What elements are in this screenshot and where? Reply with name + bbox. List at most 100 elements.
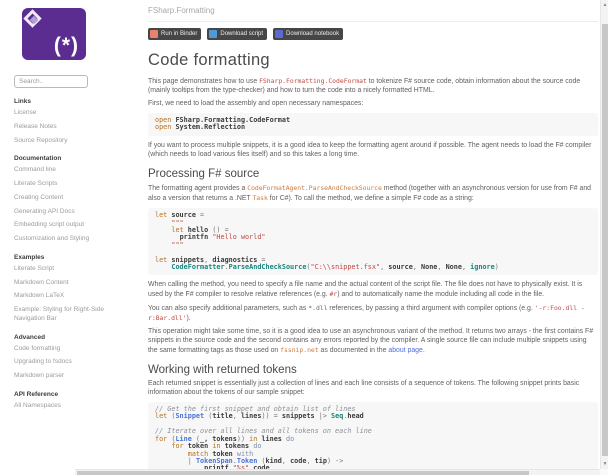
sidebar-link[interactable]: Literate Script: [14, 265, 132, 274]
code-token: System.Reflection: [175, 123, 246, 132]
text-segment: for C#). To call the method, we define a…: [267, 194, 474, 202]
text-segment: This page demonstrates how to use: [148, 78, 260, 85]
code-token: "Hello world": [212, 233, 266, 242]
text-link[interactable]: about page: [388, 347, 423, 354]
text-segment: If you want to process multiple snippets…: [148, 141, 592, 158]
main-content: FSharp.Formatting Run in Binder Download…: [148, 0, 598, 475]
code-block: let source = """ let hello () = printfn …: [148, 208, 598, 276]
code-block: open FSharp.Formatting.CodeFormat open Sy…: [148, 113, 598, 136]
download-notebook-icon: [275, 30, 284, 38]
code-link[interactable]: fssnip.net: [280, 346, 318, 354]
code-token: CodeFormatter: [171, 262, 225, 271]
scroll-down-arrow-icon[interactable]: ▼: [601, 459, 608, 469]
code-token: ): [326, 456, 336, 465]
scrollbar-corner: [600, 469, 608, 475]
paragraph: If you want to process multiple snippets…: [148, 142, 598, 159]
text-segment: as documented in the: [318, 346, 389, 354]
sidebar-link[interactable]: License: [14, 109, 132, 118]
code-token: Snippet: [175, 412, 205, 421]
inline-code: *.dll: [308, 304, 328, 313]
code-token: ): [494, 262, 499, 271]
code-token: ,: [232, 412, 241, 421]
code-token: |>: [318, 412, 327, 421]
code-token: =: [200, 211, 205, 220]
sidebar-link[interactable]: Markdown Content: [14, 279, 132, 288]
code-token: )): [261, 412, 274, 421]
code-line: """: [155, 241, 591, 249]
code-line: let (Snippet (title, lines)) = snippets …: [155, 413, 591, 420]
code-token: lines: [261, 434, 282, 443]
text-segment: You can also specify additional paramete…: [148, 305, 309, 313]
code-token: snippets: [281, 412, 315, 421]
download-script-button[interactable]: Download script: [207, 28, 268, 40]
doc-flow: Code formatting This page demonstrates ho…: [148, 51, 598, 475]
code-token: None: [421, 262, 438, 271]
code-link[interactable]: CodeFormatAgent.ParseAndCheckSource: [247, 184, 382, 192]
paragraph: This page demonstrates how to use FSharp…: [148, 77, 598, 95]
text-segment: Each returned snippet is essentially jus…: [148, 380, 580, 396]
sidebar-link[interactable]: Customization and Styling: [14, 235, 132, 244]
sidebar-link[interactable]: Literate Scripts: [14, 180, 132, 189]
sidebar-link[interactable]: Creating Content: [14, 194, 132, 203]
sidebar-link[interactable]: Command line: [14, 166, 132, 175]
run-in-binder-button[interactable]: Run in Binder: [148, 28, 202, 40]
code-token: ,: [306, 456, 315, 465]
code-token: do: [253, 442, 262, 451]
site-brand: FSharp.Formatting: [148, 6, 215, 15]
code-line: CodeFormatter.ParseAndCheckSource("C:\\s…: [155, 262, 591, 271]
sidebar-link[interactable]: Upgrading to fsdocs: [14, 358, 132, 367]
horizontal-scrollbar[interactable]: [75, 469, 600, 475]
code-token: ignore: [470, 262, 495, 271]
code-token: printfn: [179, 233, 209, 242]
paragraph: When calling the method, you need to spe…: [148, 281, 598, 299]
fsharp-formatting-logo[interactable]: (*): [22, 8, 86, 60]
sidebar-section-title: API Reference: [14, 391, 59, 399]
horizontal-scrollbar-thumb[interactable]: [77, 471, 529, 475]
sidebar-link[interactable]: Markdown LaTeX: [14, 292, 132, 301]
code-token: source: [388, 262, 413, 271]
sidebar-nav: Links License Release Notes Source Reposito…: [14, 98, 134, 411]
download-notebook-button[interactable]: Download notebook: [273, 28, 344, 40]
text-segment: references, by passing a third argument …: [327, 305, 535, 313]
sidebar-link[interactable]: Example: Styling for Right-Side Navigati…: [14, 306, 132, 324]
text-segment: ).: [186, 314, 191, 322]
sidebar-link[interactable]: Markdown parser: [14, 372, 132, 381]
header-divider: [148, 21, 598, 22]
sidebar-link[interactable]: Generating API Docs: [14, 208, 132, 217]
sidebar-link[interactable]: Source Repository: [14, 137, 132, 146]
paragraph: First, we need to load the assembly and …: [148, 100, 598, 109]
scroll-up-arrow-icon[interactable]: ▲: [601, 0, 608, 10]
sidebar-link[interactable]: Release Notes: [14, 123, 132, 132]
code-token: "C:\\snippet.fsx": [310, 262, 381, 271]
text-segment: .: [422, 346, 425, 354]
sidebar: (*) Links License Release Notes Source Repo…: [0, 0, 140, 475]
code-token: Seq: [331, 412, 344, 421]
code-token: code: [290, 456, 307, 465]
code-line: open System.Reflection: [155, 124, 591, 131]
code-token: ,: [412, 262, 422, 271]
search-input[interactable]: [14, 75, 88, 88]
sidebar-link[interactable]: Embedding script output: [14, 221, 132, 230]
text-segment: The formatting agent provides a: [148, 185, 248, 193]
paragraph: Each returned snippet is essentially jus…: [148, 380, 598, 397]
sidebar-section-title: Examples: [14, 253, 45, 261]
code-link[interactable]: Task: [252, 194, 267, 202]
download-script-icon: [209, 30, 218, 38]
code-token: None: [445, 262, 462, 271]
sidebar-link[interactable]: Code formatting: [14, 345, 132, 354]
code-token: head: [347, 412, 364, 421]
inline-code: FSharp.Formatting.CodeFormat: [259, 77, 367, 85]
sidebar-section-title: Links: [14, 98, 31, 105]
vertical-scrollbar-thumb[interactable]: [602, 24, 608, 456]
section-heading: Processing F# source: [148, 168, 260, 181]
page-title: Code formatting: [148, 51, 270, 69]
code-token: title: [212, 412, 233, 421]
sidebar-link[interactable]: All Namespaces: [14, 402, 132, 411]
code-token: tip: [314, 456, 327, 465]
vertical-scrollbar[interactable]: ▲ ▼: [600, 0, 608, 475]
section-heading: Working with returned tokens: [148, 364, 297, 377]
code-token: lines: [240, 412, 262, 421]
code-line: let source =: [155, 211, 591, 220]
code-token: open: [155, 123, 172, 132]
